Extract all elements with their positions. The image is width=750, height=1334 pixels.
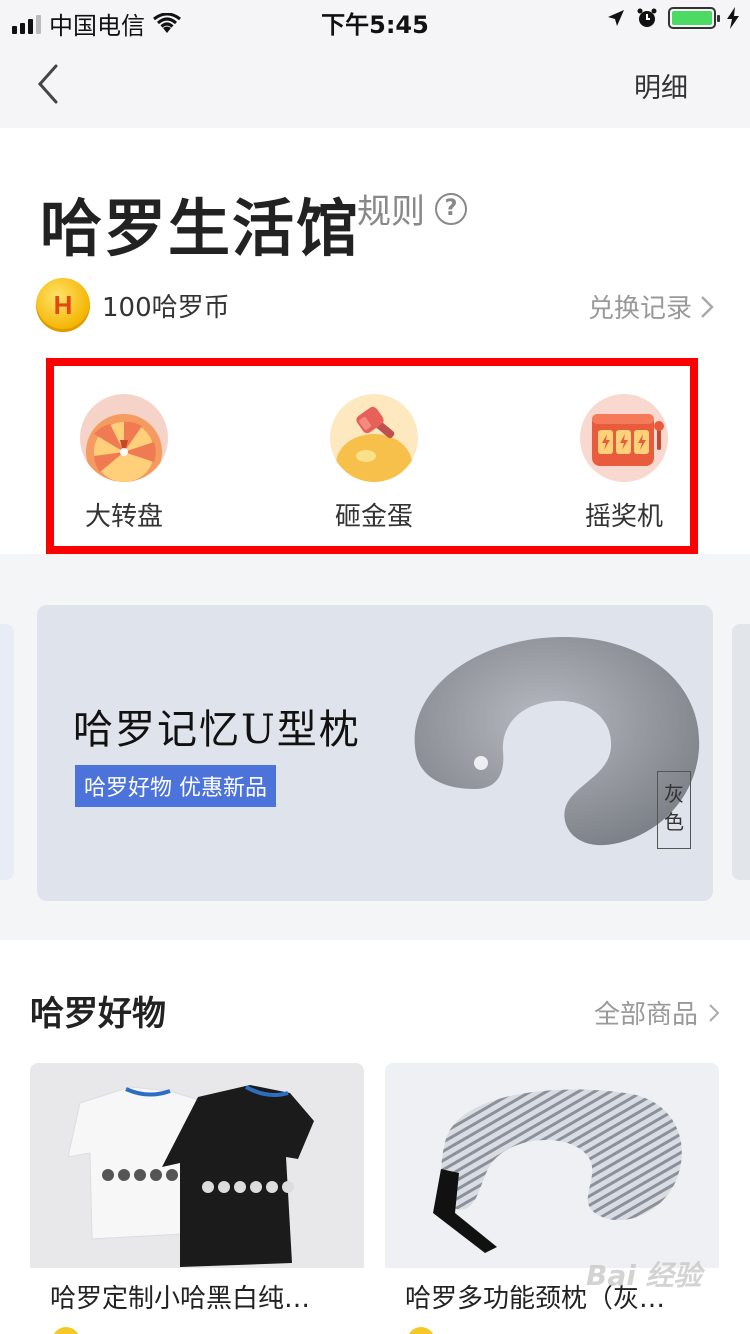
product-name: 哈罗定制小哈黑白纯… [50,1284,311,1314]
status-bar: 中国电信 下午5:45 [0,0,750,40]
watermark: Bai 经验 [586,1259,702,1292]
coin-icon [407,1327,435,1334]
nav-bar: 明细 [0,40,750,128]
games-panel: 大转盘 砸金蛋 摇奖机 [46,358,698,554]
battery-icon [668,7,720,29]
chevron-right-icon [701,295,714,318]
color-label: 灰色 [657,771,691,849]
game-label: 大转盘 [84,502,163,532]
coin-icon: H [36,278,90,332]
carousel-prev-peek [0,624,14,880]
wheel-icon [80,394,168,482]
coin-icon [52,1327,80,1334]
exchange-record-link[interactable]: 兑换记录 [588,288,714,325]
detail-button[interactable]: 明细 [634,66,688,105]
all-goods-label: 全部商品 [593,1000,698,1030]
rules-button[interactable]: 规则 ? [357,184,467,233]
coin-balance-row: H 100哈罗币 [36,278,230,332]
hammer-egg-icon [330,394,418,482]
section-title: 哈罗好物 [30,994,166,1034]
promo-banner[interactable]: 哈罗记忆U型枕 哈罗好物 优惠新品 灰色 [37,605,713,901]
chevron-right-icon [709,1003,720,1022]
game-wheel[interactable]: 大转盘 [54,394,194,533]
carousel-next-peek [732,624,750,880]
product-card[interactable]: 哈罗定制小哈黑白纯… [30,1063,364,1334]
page-title: 哈罗生活馆 [40,192,361,265]
product-image-neck-pillow [385,1063,719,1268]
banner-title: 哈罗记忆U型枕 [73,707,361,753]
slot-machine-icon [580,394,668,482]
help-icon: ? [435,192,467,225]
game-label: 摇奖机 [584,502,663,532]
all-goods-link[interactable]: 全部商品 [594,994,720,1031]
banner-tag: 哈罗好物 优惠新品 [75,765,276,807]
charging-icon [727,7,739,29]
game-slot-machine[interactable]: 摇奖机 [554,394,694,533]
status-right [606,7,740,29]
back-icon[interactable] [30,62,70,106]
product-image-tshirts [30,1063,364,1268]
game-golden-egg[interactable]: 砸金蛋 [304,394,444,533]
location-arrow-icon [608,10,624,26]
game-label: 砸金蛋 [334,502,413,532]
rules-label: 规则 [357,192,425,232]
alarm-icon [637,8,657,27]
coin-balance: 100哈罗币 [102,292,230,323]
exchange-record-label: 兑换记录 [587,294,692,324]
